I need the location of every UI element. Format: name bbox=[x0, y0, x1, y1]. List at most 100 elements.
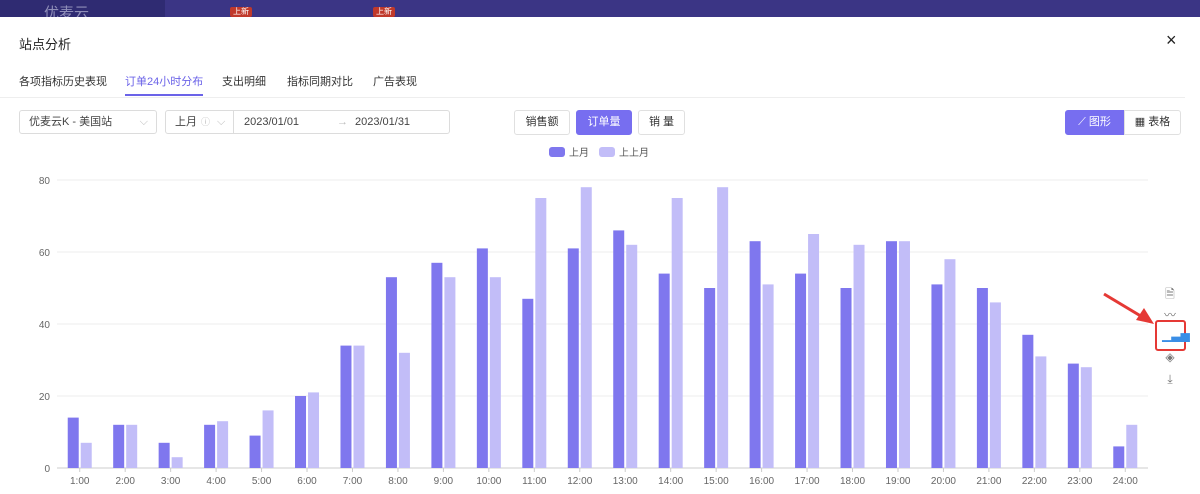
x-tick-label: 18:00 bbox=[840, 476, 865, 487]
bar-previous bbox=[717, 187, 729, 468]
logo: 优麦云 bbox=[44, 5, 90, 17]
tab-yoy[interactable]: 指标同期对比 bbox=[287, 73, 353, 89]
bar-previous bbox=[808, 234, 820, 468]
x-tick-label: 3:00 bbox=[161, 476, 181, 487]
x-tick-label: 23:00 bbox=[1067, 476, 1092, 487]
table-view-button[interactable]: ▦ 表格 bbox=[1124, 110, 1181, 135]
bar-previous bbox=[762, 284, 774, 468]
x-tick-label: 10:00 bbox=[476, 476, 501, 487]
bar-current bbox=[340, 345, 352, 468]
bar-current bbox=[885, 241, 897, 468]
bar-current bbox=[67, 417, 79, 468]
x-tick-label: 14:00 bbox=[658, 476, 683, 487]
bar-previous bbox=[1126, 424, 1138, 468]
x-tick-label: 9:00 bbox=[434, 476, 454, 487]
tab-expenses[interactable]: 支出明细 bbox=[222, 73, 266, 89]
bar-current bbox=[522, 298, 534, 468]
x-tick-label: 24:00 bbox=[1113, 476, 1138, 487]
bar-current bbox=[567, 248, 579, 468]
chart-view-button[interactable]: ⟋ 图形 bbox=[1065, 110, 1124, 135]
chevron-down-icon: ⌵ bbox=[217, 116, 226, 128]
download-icon[interactable]: ⤓ bbox=[1162, 372, 1178, 387]
x-tick-label: 20:00 bbox=[931, 476, 956, 487]
y-tick-label: 0 bbox=[44, 464, 50, 475]
legend-swatch bbox=[549, 146, 565, 157]
bar-current bbox=[704, 288, 716, 468]
table-icon: ▦ bbox=[1134, 116, 1149, 128]
bar-previous bbox=[262, 410, 274, 468]
bar-current bbox=[249, 435, 261, 468]
bar-previous bbox=[353, 345, 365, 468]
bar-previous bbox=[535, 198, 547, 468]
bar-previous bbox=[580, 187, 592, 468]
bar-current bbox=[976, 288, 988, 468]
x-tick-label: 6:00 bbox=[297, 476, 317, 487]
bar-previous bbox=[853, 244, 865, 468]
dialog-title: 站点分析 bbox=[19, 37, 72, 52]
bar-current bbox=[113, 424, 125, 468]
bar-current bbox=[385, 277, 397, 468]
legend-label: 上上月 bbox=[619, 148, 649, 159]
x-tick-label: 13:00 bbox=[613, 476, 638, 487]
bar-previous bbox=[126, 424, 138, 468]
shop-select[interactable]: 优麦云K - 美国站 ⌵ bbox=[19, 110, 157, 134]
date-range-picker[interactable]: 上月 ⓘ ⌵ 2023/01/01 → 2023/01/31 bbox=[165, 110, 450, 134]
y-tick-label: 20 bbox=[39, 392, 51, 403]
shop-value: 优麦云K - 美国站 bbox=[29, 116, 113, 128]
end-date[interactable]: 2023/01/31 bbox=[355, 111, 410, 133]
bar-current bbox=[431, 262, 443, 468]
x-tick-label: 12:00 bbox=[567, 476, 592, 487]
bar-previous bbox=[444, 277, 456, 468]
y-tick-label: 80 bbox=[39, 176, 51, 187]
bar-previous bbox=[308, 392, 320, 468]
x-tick-label: 7:00 bbox=[343, 476, 363, 487]
table-view-label: 表格 bbox=[1148, 116, 1171, 128]
app-header: 优麦云 上新 上新 bbox=[0, 0, 1200, 17]
x-tick-label: 2:00 bbox=[115, 476, 135, 487]
bar-current bbox=[795, 273, 807, 468]
bar-previous bbox=[398, 352, 410, 468]
bar-previous bbox=[489, 277, 501, 468]
bar-previous bbox=[1080, 367, 1092, 468]
new-badge: 上新 bbox=[230, 7, 252, 17]
bar-current bbox=[658, 273, 670, 468]
bar-current bbox=[1113, 446, 1125, 468]
x-tick-label: 4:00 bbox=[206, 476, 226, 487]
legend-item-previous[interactable]: 上上月 bbox=[599, 144, 649, 159]
tab-ads[interactable]: 广告表现 bbox=[373, 73, 417, 89]
y-tick-label: 60 bbox=[39, 248, 51, 259]
bar-previous bbox=[671, 198, 683, 468]
bar-current bbox=[931, 284, 943, 468]
bar-current bbox=[1067, 363, 1079, 468]
y-tick-label: 40 bbox=[39, 320, 51, 331]
x-tick-label: 15:00 bbox=[704, 476, 729, 487]
x-tick-label: 17:00 bbox=[795, 476, 820, 487]
document-icon[interactable]: 🗎 bbox=[1162, 285, 1178, 306]
legend-item-current[interactable]: 上月 bbox=[549, 144, 589, 159]
bar-current bbox=[204, 424, 216, 468]
start-date[interactable]: 2023/01/01 bbox=[244, 111, 299, 133]
bar-current bbox=[476, 248, 488, 468]
bar-chart-icon[interactable]: ▁▃▅ bbox=[1162, 328, 1190, 342]
stack-icon[interactable]: ◈ bbox=[1162, 350, 1178, 364]
order-count-button[interactable]: 订单量 bbox=[576, 110, 632, 135]
tab-history[interactable]: 各项指标历史表现 bbox=[19, 73, 107, 89]
bar-previous bbox=[1035, 356, 1047, 468]
bar-current bbox=[840, 288, 852, 468]
x-tick-label: 19:00 bbox=[885, 476, 910, 487]
bar-previous bbox=[898, 241, 910, 468]
chart-view-label: 图形 bbox=[1088, 116, 1111, 128]
help-icon: ⓘ bbox=[201, 117, 211, 127]
sales-amount-button[interactable]: 销售额 bbox=[514, 110, 570, 135]
x-tick-label: 22:00 bbox=[1022, 476, 1047, 487]
tab-24h-distribution[interactable]: 订单24小时分布 bbox=[125, 73, 204, 96]
new-badge: 上新 bbox=[373, 7, 395, 17]
period-select[interactable]: 上月 bbox=[175, 111, 197, 133]
units-button[interactable]: 销 量 bbox=[638, 110, 685, 135]
x-tick-label: 1:00 bbox=[70, 476, 90, 487]
close-icon[interactable]: × bbox=[1166, 30, 1177, 51]
x-tick-label: 11:00 bbox=[522, 476, 547, 487]
bar-current bbox=[749, 241, 761, 468]
bar-current bbox=[158, 442, 170, 468]
bar-previous bbox=[626, 244, 638, 468]
